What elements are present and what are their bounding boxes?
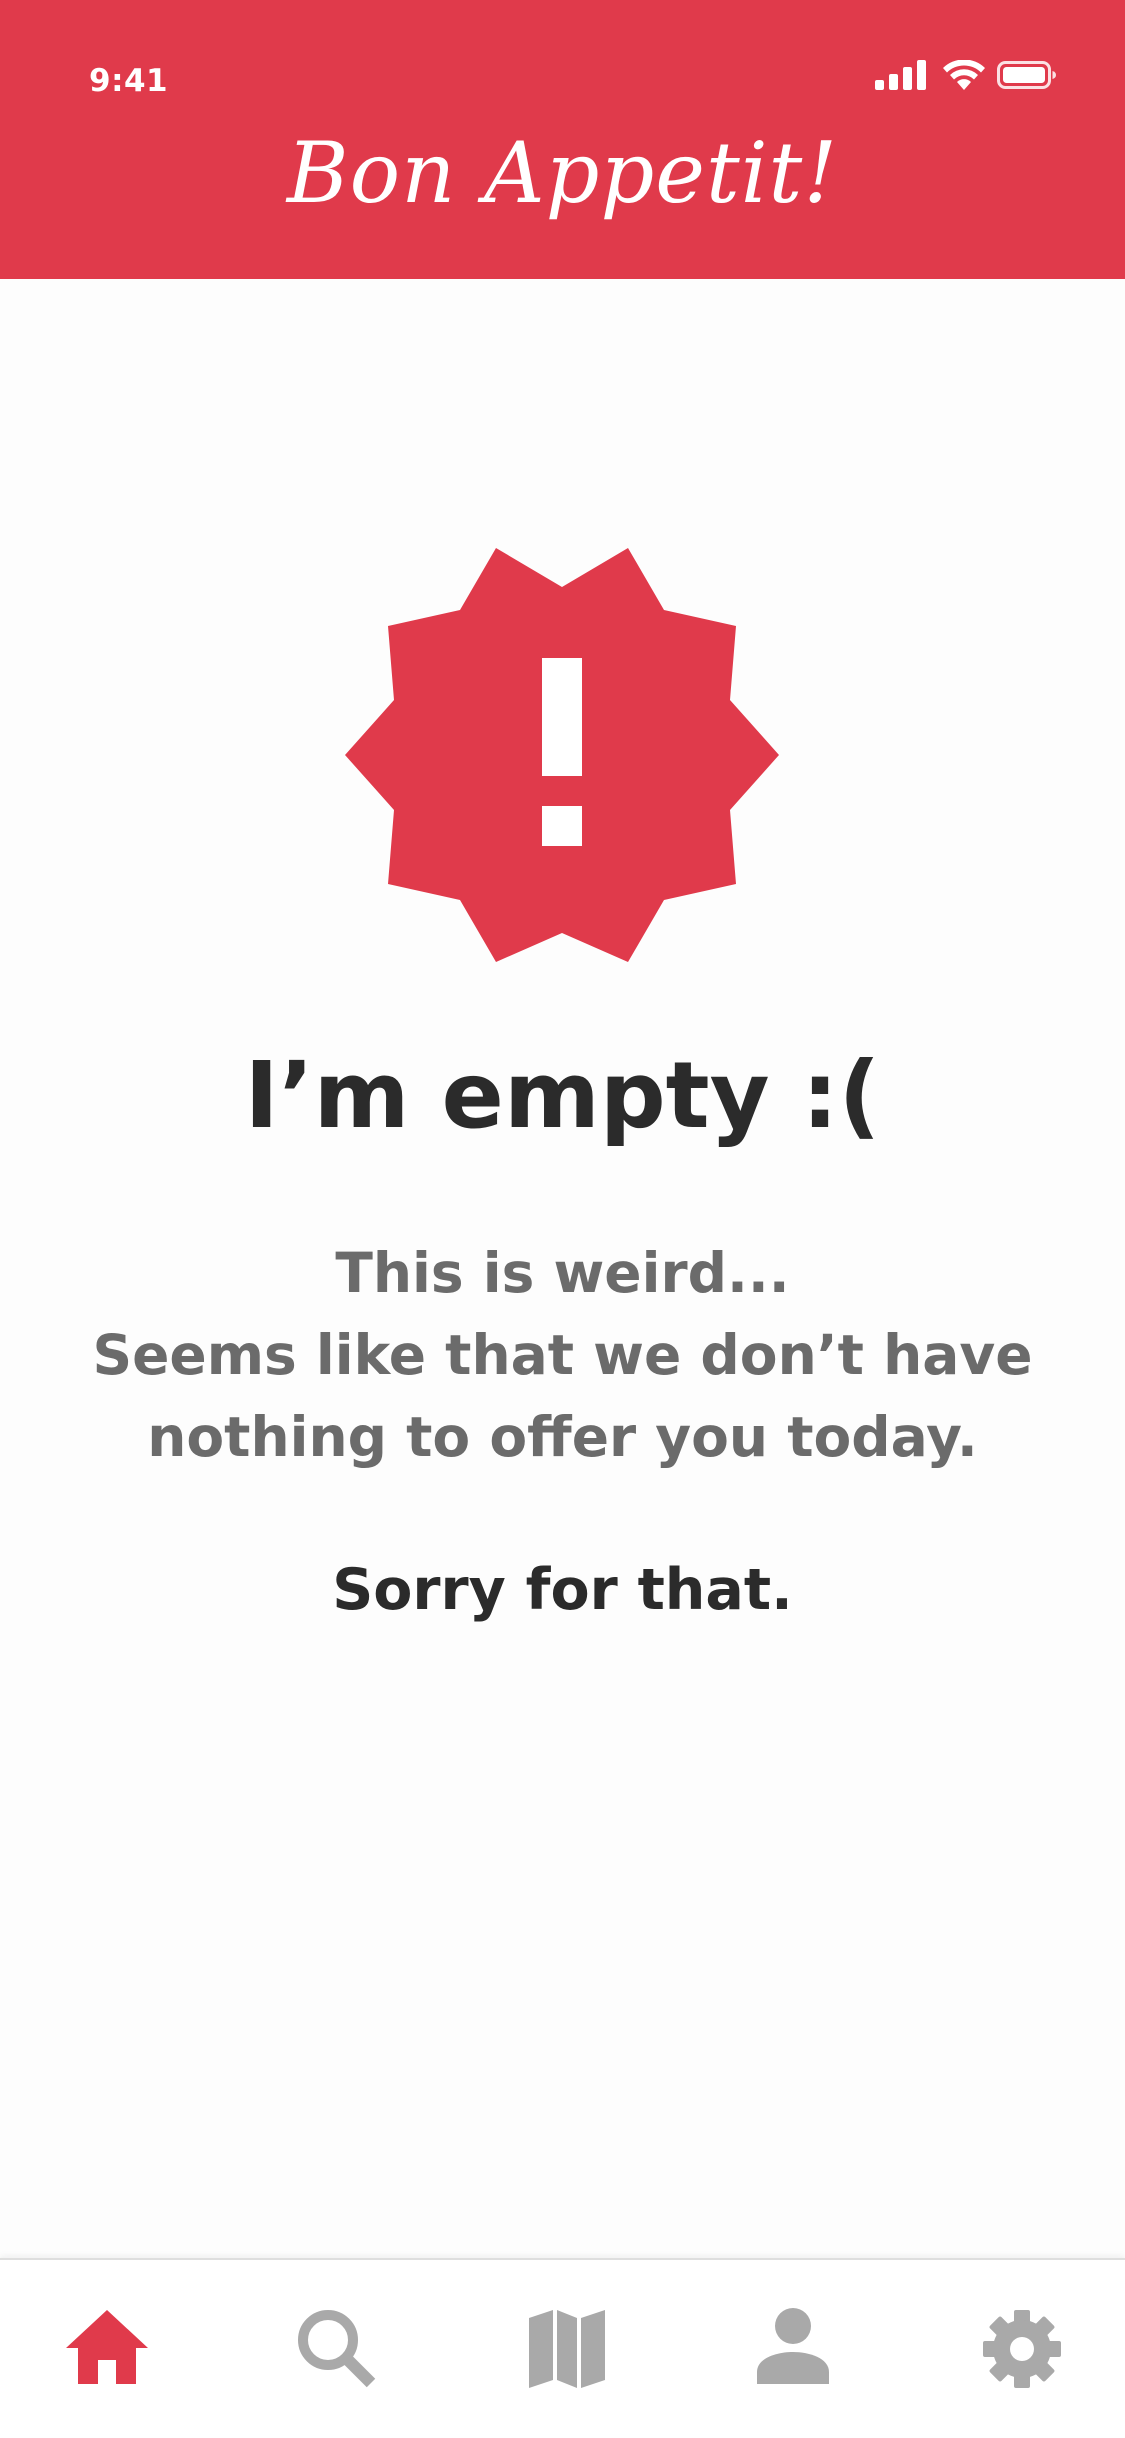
status-icons — [875, 60, 1056, 92]
tab-home[interactable] — [52, 2308, 162, 2398]
tab-search[interactable] — [282, 2308, 392, 2398]
tab-settings[interactable] — [967, 2308, 1077, 2398]
map-icon — [529, 2310, 605, 2388]
status-time: 9:41 — [89, 63, 169, 99]
message-line: This is weird... — [335, 1241, 790, 1305]
tab-bar — [0, 2258, 1125, 2438]
empty-state-message: This is weird... Seems like that we don’… — [40, 1232, 1085, 1478]
tab-profile[interactable] — [738, 2308, 848, 2398]
home-icon — [66, 2310, 148, 2384]
app-header: 9:41 Bon Appetit! — [0, 0, 1125, 279]
settings-icon — [983, 2310, 1061, 2388]
alert-badge-icon — [345, 548, 779, 962]
user-icon — [757, 2308, 829, 2384]
search-icon — [298, 2310, 376, 2388]
wifi-icon — [943, 60, 985, 90]
empty-state-title: I’m empty :( — [244, 1042, 881, 1149]
message-line: nothing to offer you today. — [147, 1405, 978, 1469]
app-title: Bon Appetit! — [286, 124, 839, 222]
empty-state-closing: Sorry for that. — [332, 1557, 793, 1623]
tab-map[interactable] — [512, 2308, 622, 2398]
message-line: Seems like that we don’t have — [92, 1323, 1033, 1387]
battery-icon — [997, 61, 1056, 89]
cellular-signal-icon — [875, 60, 926, 90]
